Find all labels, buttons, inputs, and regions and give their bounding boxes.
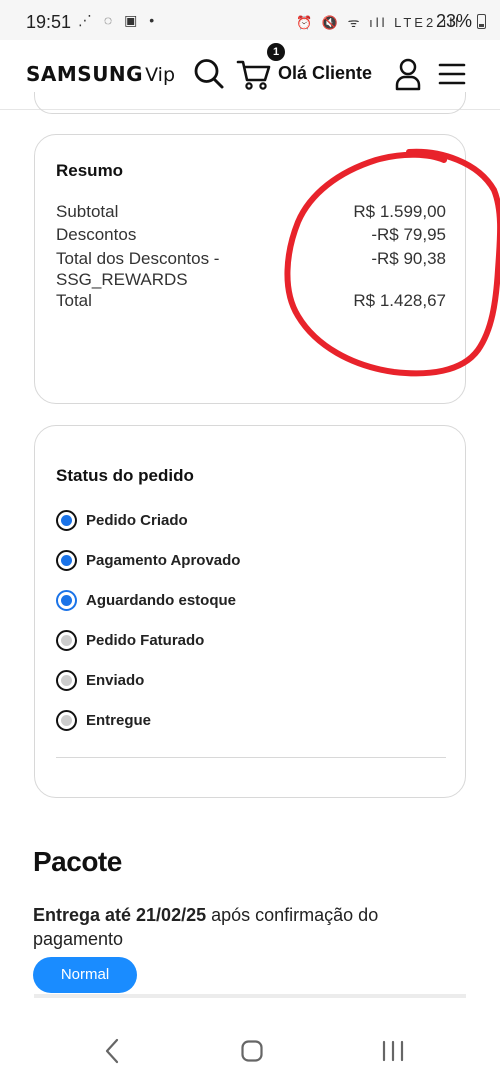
summary-value: R$ 1.599,00 [353, 202, 446, 221]
home-icon[interactable] [240, 1038, 264, 1069]
recent-apps-icon[interactable] [380, 1038, 406, 1069]
status-radio-done [56, 550, 77, 571]
status-radio-current [56, 590, 77, 611]
status-label: Pedido Criado [86, 512, 188, 529]
package-card-edge [34, 994, 466, 998]
user-icon[interactable] [394, 57, 422, 96]
android-nav-bar [0, 1004, 500, 1083]
status-label: Aguardando estoque [86, 592, 237, 609]
summary-label: Subtotal [56, 202, 119, 221]
summary-label: Total [56, 291, 92, 310]
summary-title: Resumo [56, 161, 124, 180]
back-icon[interactable] [102, 1038, 122, 1069]
status-label: Pedido Faturado [86, 632, 205, 649]
order-status-card: Status do pedido Pedido Criado Pagamento… [34, 425, 466, 798]
summary-value: -R$ 90,38 [371, 249, 446, 268]
previous-card-edge [34, 92, 466, 114]
summary-value: R$ 1.428,67 [353, 291, 446, 310]
summary-label: Descontos [56, 225, 137, 244]
order-status-title: Status do pedido [56, 466, 194, 485]
status-radio-pending [56, 630, 77, 651]
package-delivery-info: Entrega até 21/02/25 após confirmação do… [33, 903, 453, 951]
logo-brand: SAMSUNG [26, 62, 144, 86]
status-time: 19:51 [26, 12, 72, 32]
delivery-date: Entrega até 21/02/25 [33, 905, 207, 925]
notification-icons: ⋰ ◌ ▣ • [78, 12, 159, 28]
account-greeting[interactable]: Olá Cliente [278, 63, 372, 84]
summary-label: Total dos Descontos - SSG_REWARDS [56, 249, 220, 289]
package-title: Pacote [33, 846, 122, 877]
cart-count-badge: 1 [267, 43, 285, 61]
cart-icon[interactable] [236, 57, 272, 96]
status-label: Enviado [86, 672, 145, 689]
status-radio-pending [56, 710, 77, 731]
samsung-vip-logo[interactable]: SAMSUNG Vip [26, 62, 175, 86]
status-label: Entregue [86, 712, 152, 729]
status-label: Pagamento Aprovado [86, 552, 241, 569]
status-bar: 19:51 ⋰ ◌ ▣ • ⏰ 🔇 ᯤ ıll LTE2 ıll 23% [0, 0, 500, 40]
status-radio-pending [56, 670, 77, 691]
battery-icon [477, 14, 486, 29]
search-icon[interactable] [193, 57, 225, 96]
status-radio-done [56, 510, 77, 531]
logo-sub: Vip [145, 64, 176, 86]
battery-percent: 23% [435, 11, 472, 31]
menu-icon[interactable] [438, 57, 466, 96]
divider [56, 757, 446, 758]
shipping-normal-button[interactable]: Normal [33, 957, 137, 993]
summary-value: -R$ 79,95 [371, 225, 446, 244]
summary-card: Resumo Subtotal R$ 1.599,00 Descontos -R… [34, 134, 466, 404]
